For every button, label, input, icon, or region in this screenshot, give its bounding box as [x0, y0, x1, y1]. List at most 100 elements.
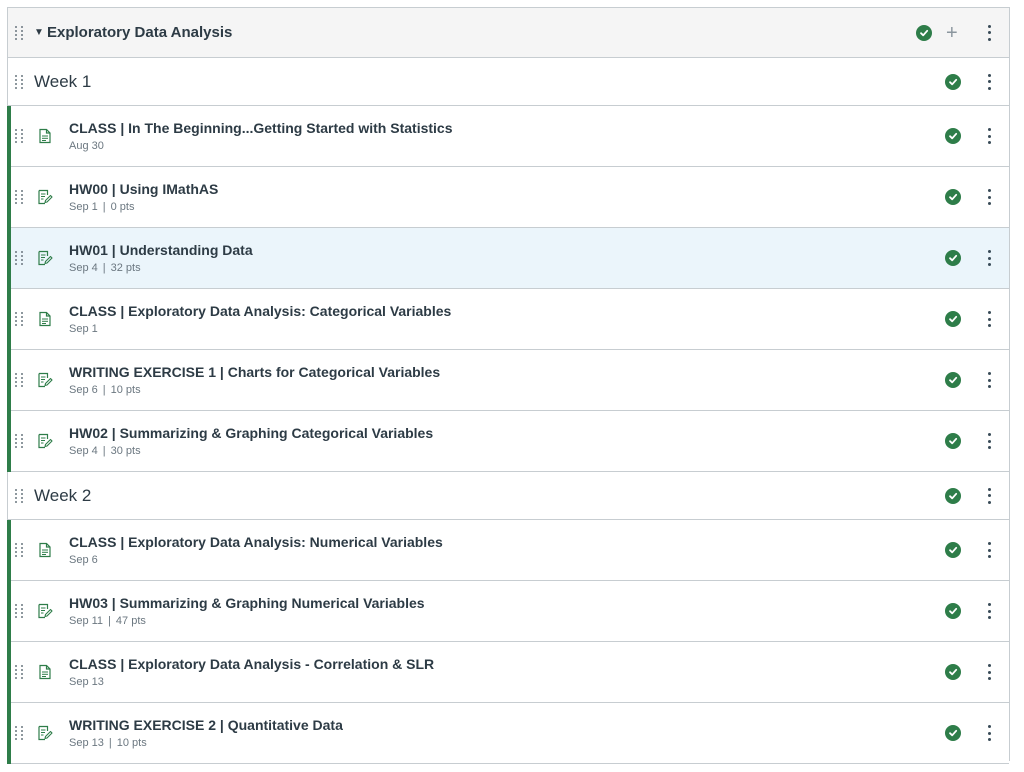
module-item-row[interactable]: HW02 | Summarizing & Graphing Categorica… [7, 411, 1009, 472]
module-item-title-link[interactable]: CLASS | Exploratory Data Analysis - Corr… [69, 655, 434, 673]
published-check-icon[interactable] [945, 603, 961, 619]
published-check-icon[interactable] [945, 372, 961, 388]
due-date: Sep 11 [69, 615, 104, 627]
module-item-row[interactable]: WRITING EXERCISE 1 | Charts for Categori… [7, 350, 1009, 411]
published-check-icon[interactable] [916, 24, 932, 41]
module-item-text: CLASS | Exploratory Data Analysis: Categ… [69, 302, 451, 336]
points: 47 pts [115, 615, 146, 627]
kebab-menu-icon[interactable] [986, 372, 992, 388]
module-item-title-link[interactable]: CLASS | Exploratory Data Analysis: Categ… [69, 302, 451, 320]
page-icon [37, 542, 53, 558]
due-date: Sep 4 [69, 445, 98, 457]
module-item-meta: Sep 13 | 10 pts [69, 736, 343, 750]
published-check-icon[interactable] [945, 542, 961, 558]
module-item-row[interactable]: HW03 | Summarizing & Graphing Numerical … [7, 581, 1009, 642]
published-check-icon[interactable] [945, 311, 961, 327]
module-item-row[interactable]: HW00 | Using IMathAS Sep 1 | 0 pts [7, 167, 1009, 228]
module-item-text: HW01 | Understanding Data Sep 4 | 32 pts [69, 241, 253, 275]
kebab-menu-icon[interactable] [986, 128, 992, 144]
module-item-title-link[interactable]: WRITING EXERCISE 2 | Quantitative Data [69, 716, 343, 734]
text-header-title: Week 1 [34, 71, 92, 91]
meta-separator: | [102, 262, 106, 274]
drag-handle-icon[interactable] [15, 189, 25, 205]
module-item-meta: Sep 1 | 0 pts [69, 200, 218, 214]
due-date: Aug 30 [69, 140, 104, 152]
module-item-title-link[interactable]: CLASS | In The Beginning...Getting Start… [69, 119, 453, 137]
due-date: Sep 13 [69, 737, 104, 749]
page-icon [37, 664, 53, 680]
module-item-text: HW02 | Summarizing & Graphing Categorica… [69, 424, 433, 458]
assignment-icon [37, 250, 53, 266]
drag-handle-icon[interactable] [15, 250, 25, 266]
assignment-icon [37, 725, 53, 741]
published-check-icon[interactable] [945, 487, 961, 504]
module-item-text: HW00 | Using IMathAS Sep 1 | 0 pts [69, 180, 218, 214]
module-item-row[interactable]: WRITING EXERCISE 2 | Quantitative Data Se… [7, 703, 1009, 764]
text-header-title: Week 2 [34, 485, 92, 505]
drag-handle-icon[interactable] [15, 372, 25, 388]
assignment-icon [37, 603, 53, 619]
module-item-title-link[interactable]: HW03 | Summarizing & Graphing Numerical … [69, 594, 425, 612]
kebab-menu-icon[interactable] [986, 603, 992, 619]
drag-handle-icon[interactable] [15, 603, 25, 619]
caret-down-icon[interactable]: ▼ [34, 27, 44, 38]
module-item-meta: Sep 4 | 30 pts [69, 444, 433, 458]
kebab-menu-icon[interactable] [986, 664, 992, 680]
published-check-icon[interactable] [945, 73, 961, 90]
module-item-title-link[interactable]: HW01 | Understanding Data [69, 241, 253, 259]
due-date: Sep 6 [69, 384, 98, 396]
meta-separator: | [108, 737, 112, 749]
assignment-icon [37, 433, 53, 449]
text-header-row[interactable]: Week 2 [8, 472, 1009, 520]
drag-handle-icon[interactable] [15, 542, 25, 558]
published-check-icon[interactable] [945, 250, 961, 266]
module-title: Exploratory Data Analysis [47, 24, 233, 41]
module-item-title-link[interactable]: HW00 | Using IMathAS [69, 180, 218, 198]
due-date: Sep 13 [69, 676, 104, 688]
kebab-menu-icon[interactable] [986, 189, 992, 205]
kebab-menu-icon[interactable] [986, 311, 992, 327]
published-check-icon[interactable] [945, 433, 961, 449]
module-item-row[interactable]: CLASS | Exploratory Data Analysis: Categ… [7, 289, 1009, 350]
published-check-icon[interactable] [945, 128, 961, 144]
kebab-menu-icon[interactable] [986, 542, 992, 558]
drag-handle-icon[interactable] [15, 311, 25, 327]
due-date: Sep 6 [69, 554, 98, 566]
module-item-row[interactable]: CLASS | Exploratory Data Analysis - Corr… [7, 642, 1009, 703]
kebab-menu-icon[interactable] [986, 250, 992, 266]
kebab-menu-icon[interactable] [986, 725, 992, 741]
due-date: Sep 1 [69, 323, 98, 335]
text-header-row[interactable]: Week 1 [8, 58, 1009, 106]
module-item-row[interactable]: HW01 | Understanding Data Sep 4 | 32 pts [7, 228, 1009, 289]
kebab-menu-icon[interactable] [986, 73, 992, 90]
add-item-plus-icon[interactable]: + [946, 23, 958, 43]
module-item-text: CLASS | Exploratory Data Analysis - Corr… [69, 655, 434, 689]
drag-handle-icon[interactable] [15, 128, 25, 144]
drag-handle-icon[interactable] [15, 488, 25, 504]
drag-handle-icon[interactable] [15, 74, 25, 90]
drag-handle-icon[interactable] [15, 664, 25, 680]
points: 32 pts [110, 262, 141, 274]
points: 0 pts [110, 201, 135, 213]
published-check-icon[interactable] [945, 664, 961, 680]
meta-separator: | [102, 445, 106, 457]
drag-handle-icon[interactable] [15, 25, 25, 41]
published-check-icon[interactable] [945, 189, 961, 205]
kebab-menu-icon[interactable] [986, 487, 992, 504]
drag-handle-icon[interactable] [15, 433, 25, 449]
module-item-meta: Aug 30 [69, 139, 453, 153]
module-item-row[interactable]: CLASS | Exploratory Data Analysis: Numer… [7, 520, 1009, 581]
meta-separator: | [108, 615, 111, 627]
module-item-row[interactable]: CLASS | In The Beginning...Getting Start… [7, 106, 1009, 167]
module-item-title-link[interactable]: WRITING EXERCISE 1 | Charts for Categori… [69, 363, 440, 381]
meta-separator: | [102, 384, 106, 396]
module-item-text: CLASS | Exploratory Data Analysis: Numer… [69, 533, 443, 567]
points: 30 pts [110, 445, 141, 457]
module-header[interactable]: ▼ Exploratory Data Analysis + [8, 8, 1009, 58]
published-check-icon[interactable] [945, 725, 961, 741]
module-item-title-link[interactable]: HW02 | Summarizing & Graphing Categorica… [69, 424, 433, 442]
kebab-menu-icon[interactable] [986, 433, 992, 449]
module-kebab-menu-icon[interactable] [986, 24, 992, 41]
drag-handle-icon[interactable] [15, 725, 25, 741]
module-item-title-link[interactable]: CLASS | Exploratory Data Analysis: Numer… [69, 533, 443, 551]
